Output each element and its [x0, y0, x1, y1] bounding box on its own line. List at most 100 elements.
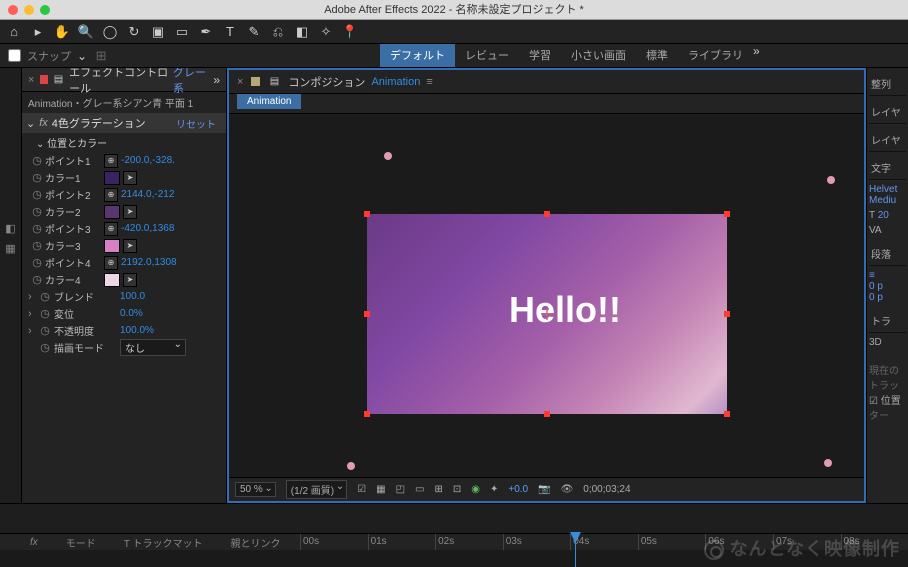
stopwatch-icon[interactable]: ◷ — [40, 341, 50, 354]
point3-value[interactable]: -420.0,1368 — [121, 223, 174, 234]
stopwatch-icon[interactable]: ◷ — [40, 307, 50, 320]
stopwatch-icon[interactable]: ◷ — [32, 171, 42, 184]
strip-icon-2[interactable]: ▦ — [3, 242, 19, 258]
align-panel-tab[interactable]: 整列 — [869, 72, 906, 96]
paragraph-panel-tab[interactable]: 段落 — [869, 242, 906, 266]
resolution-dropdown[interactable]: (1/2 画質) — [286, 480, 347, 499]
puppet-tool-icon[interactable]: 📍 — [342, 24, 358, 40]
workspace-tab-review[interactable]: レビュー — [455, 44, 519, 67]
stopwatch-icon[interactable]: ◷ — [40, 324, 50, 337]
color3-swatch[interactable] — [104, 239, 120, 253]
zoom-dropdown[interactable]: 50 % — [235, 482, 276, 497]
jitter-value[interactable]: 0.0% — [120, 308, 143, 319]
color2-swatch[interactable] — [104, 205, 120, 219]
roi-icon[interactable]: ▭ — [415, 484, 424, 495]
selection-handle[interactable] — [364, 211, 370, 217]
exposure-value[interactable]: +0.0 — [508, 484, 528, 495]
comp-close-icon[interactable]: × — [237, 76, 243, 88]
clone-tool-icon[interactable]: ⎌ — [270, 24, 286, 40]
grid-icon[interactable]: ⊞ — [434, 484, 442, 495]
color4-swatch[interactable] — [104, 273, 120, 287]
opacity-value[interactable]: 100.0% — [120, 325, 154, 336]
stopwatch-icon[interactable]: ◷ — [32, 256, 42, 269]
panel-overflow-icon[interactable]: » — [213, 73, 220, 87]
stopwatch-icon[interactable]: ◷ — [32, 205, 42, 218]
home-icon[interactable]: ⌂ — [6, 24, 22, 40]
crosshair-icon[interactable]: ⊕ — [104, 222, 118, 236]
tracker-position[interactable]: ☑ 位置 — [869, 392, 906, 407]
blend-value[interactable]: 100.0 — [120, 291, 145, 302]
gradient-point-handle[interactable] — [384, 152, 392, 160]
reset-exposure-icon[interactable]: ✦ — [490, 484, 498, 495]
close-window-icon[interactable] — [8, 5, 18, 15]
workspace-tab-small[interactable]: 小さい画面 — [561, 44, 636, 67]
group-twirl-icon[interactable]: ⌄ — [36, 139, 47, 150]
orbit-tool-icon[interactable]: ◯ — [102, 24, 118, 40]
stopwatch-icon[interactable]: ◷ — [32, 188, 42, 201]
col-trackmatte[interactable]: T トラックマット — [124, 535, 203, 550]
shape-tool-icon[interactable]: ▭ — [174, 24, 190, 40]
workspace-tab-standard[interactable]: 標準 — [636, 44, 678, 67]
effect-reset-link[interactable]: リセット — [176, 116, 216, 131]
hand-tool-icon[interactable]: ✋ — [54, 24, 70, 40]
zoom-tool-icon[interactable]: 🔍 — [78, 24, 94, 40]
guides-icon[interactable]: ⊡ — [453, 484, 461, 495]
blend-mode-dropdown[interactable]: なし — [120, 339, 186, 356]
layer-panel-tab2[interactable]: レイヤ — [869, 128, 906, 152]
selection-handle[interactable] — [724, 411, 730, 417]
show-snapshot-icon[interactable]: 👁 — [561, 484, 574, 495]
eyedropper-icon[interactable]: ➤ — [123, 273, 137, 287]
minimize-window-icon[interactable] — [24, 5, 34, 15]
selection-handle[interactable] — [544, 211, 550, 217]
character-panel-tab[interactable]: 文字 — [869, 156, 906, 180]
crosshair-icon[interactable]: ⊕ — [104, 188, 118, 202]
selection-handle[interactable] — [364, 411, 370, 417]
workspace-tab-default[interactable]: デフォルト — [380, 44, 455, 67]
color1-swatch[interactable] — [104, 171, 120, 185]
channel-icon[interactable]: ◉ — [471, 484, 480, 495]
eraser-tool-icon[interactable]: ◧ — [294, 24, 310, 40]
transparency-grid-icon[interactable]: ▦ — [376, 484, 385, 495]
fx-column-icon[interactable]: fx — [30, 537, 38, 548]
crosshair-icon[interactable]: ⊕ — [104, 256, 118, 270]
twirl-icon[interactable]: › — [28, 308, 36, 320]
type-tool-icon[interactable]: T — [222, 24, 238, 40]
panel-close-icon[interactable]: × — [28, 74, 34, 86]
composition-viewport[interactable]: Hello!! — [229, 114, 864, 477]
crosshair-icon[interactable]: ⊕ — [104, 154, 118, 168]
timecode-display[interactable]: 0;00;03;24 — [583, 484, 630, 495]
effect-toggle-icon[interactable]: ⌄ — [26, 117, 35, 130]
kerning-icon[interactable]: VA — [869, 225, 906, 236]
font-weight-field[interactable]: Mediu — [869, 195, 906, 206]
stopwatch-icon[interactable]: ◷ — [32, 222, 42, 235]
gradient-point-handle[interactable] — [827, 176, 835, 184]
selection-tool-icon[interactable]: ▸ — [30, 24, 46, 40]
comp-menu-icon[interactable]: ▤ — [266, 74, 282, 90]
eyedropper-icon[interactable]: ➤ — [123, 239, 137, 253]
stopwatch-icon[interactable]: ◷ — [32, 154, 42, 167]
comp-canvas[interactable]: Hello!! — [367, 214, 727, 414]
playhead[interactable] — [575, 532, 576, 567]
selection-handle[interactable] — [364, 311, 370, 317]
workspace-tab-library[interactable]: ライブラリ — [678, 44, 753, 67]
col-mode[interactable]: モード — [66, 535, 96, 550]
font-family-field[interactable]: Helvet — [869, 184, 906, 195]
anchor-point-icon[interactable] — [541, 308, 553, 320]
eyedropper-icon[interactable]: ➤ — [123, 171, 137, 185]
roto-tool-icon[interactable]: ✧ — [318, 24, 334, 40]
comp-tab[interactable]: Animation — [237, 94, 301, 109]
magnet-icon[interactable]: ⊞ — [93, 48, 109, 64]
anchor-tool-icon[interactable]: ▣ — [150, 24, 166, 40]
point2-value[interactable]: 2144.0,-212 — [121, 189, 174, 200]
tracker-3d[interactable]: 3D — [869, 337, 906, 348]
zoom-window-icon[interactable] — [40, 5, 50, 15]
strip-icon-1[interactable]: ◧ — [3, 222, 19, 238]
point1-value[interactable]: -200.0,-328. — [121, 155, 175, 166]
snapshot-icon[interactable]: 📷 — [538, 484, 550, 495]
font-size-field[interactable]: T 20 — [869, 210, 906, 221]
fast-preview-icon[interactable]: ☑ — [357, 484, 366, 495]
pen-tool-icon[interactable]: ✒ — [198, 24, 214, 40]
panel-menu-icon[interactable]: ▤ — [52, 72, 65, 88]
text-layer[interactable]: Hello!! — [509, 289, 621, 331]
selection-handle[interactable] — [544, 411, 550, 417]
